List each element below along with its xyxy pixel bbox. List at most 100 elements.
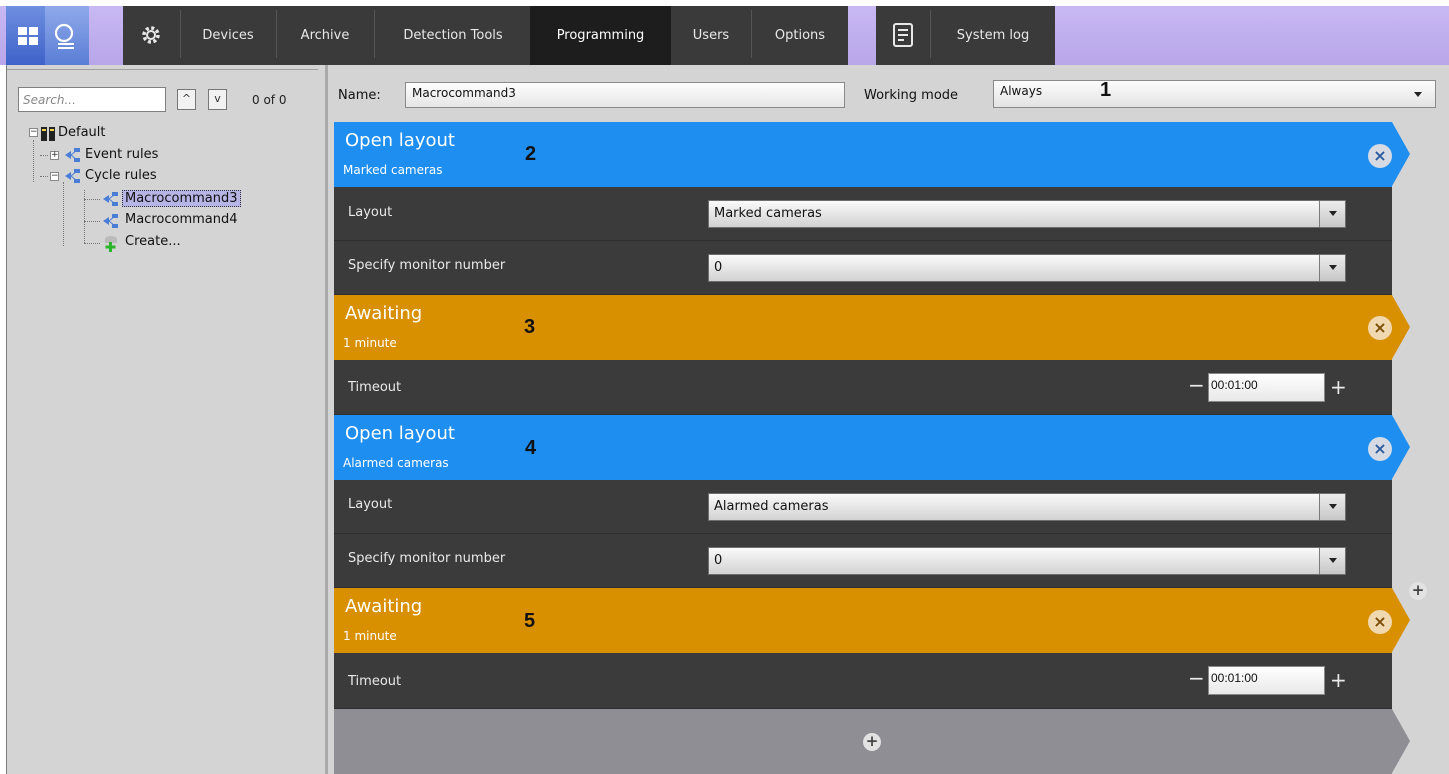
layout-select-value: Alarmed cameras (714, 499, 829, 514)
working-mode-value: Always (1000, 84, 1043, 98)
param-label: Specify monitor number (348, 551, 506, 566)
action-header-awaiting[interactable]: Awaiting 1 minute × (334, 588, 1410, 653)
rules-icon (65, 169, 80, 183)
chevron-down-icon (1329, 211, 1337, 216)
param-label: Layout (348, 205, 393, 220)
search-next-button[interactable]: v (208, 89, 227, 110)
tree-item-macrocommand4[interactable]: Macrocommand4 (125, 212, 238, 227)
chevron-down-icon (1329, 504, 1337, 509)
close-icon[interactable]: × (1368, 144, 1392, 168)
rules-icon (65, 148, 80, 162)
tab-system-log[interactable]: System log (932, 6, 1054, 65)
toolbar-separator (180, 10, 181, 58)
toolbar-separator (930, 10, 931, 58)
close-icon[interactable]: × (1368, 610, 1392, 634)
tree-line (84, 221, 100, 222)
toolbar-separator (276, 10, 277, 58)
plus-icon[interactable]: + (1330, 668, 1347, 692)
chevron-down-icon (1414, 92, 1422, 97)
name-label: Name: (338, 88, 381, 103)
log-icon (893, 23, 913, 47)
macro-icon (103, 192, 118, 206)
layout-select-value: Marked cameras (714, 206, 822, 221)
tab-users[interactable]: Users (673, 6, 749, 65)
tree-line (40, 155, 48, 156)
create-icon (105, 236, 117, 252)
toolbar-separator (751, 10, 752, 58)
action-subtitle: 1 minute (343, 629, 397, 643)
param-label: Specify monitor number (348, 258, 506, 273)
monitor-number-select[interactable]: 0 (708, 254, 1346, 282)
tree-line (33, 140, 34, 182)
working-mode-label: Working mode (864, 88, 959, 103)
action-title: Open layout (345, 130, 455, 151)
monitor-number-value: 0 (714, 260, 723, 275)
tree-line (84, 243, 100, 244)
param-label: Timeout (348, 380, 402, 395)
action-subtitle: Alarmed cameras (343, 456, 449, 470)
toolbar-separator (374, 10, 375, 58)
search-button[interactable] (45, 6, 89, 65)
layout-select[interactable]: Marked cameras (708, 200, 1346, 228)
gear-icon (142, 26, 160, 44)
panel-splitter[interactable] (318, 65, 332, 774)
action-title: Open layout (345, 423, 455, 444)
tree-item-create[interactable]: Create... (125, 234, 181, 249)
tab-detection-tools[interactable]: Detection Tools (378, 6, 528, 65)
search-result-count: 0 of 0 (252, 93, 287, 107)
timeout-input[interactable]: 00:01:00 (1208, 666, 1325, 695)
system-log-button[interactable] (876, 6, 930, 65)
insert-action-button[interactable]: + (1409, 582, 1427, 600)
tree-item-macrocommand3[interactable]: Macrocommand3 (122, 190, 241, 207)
expand-toggle[interactable]: + (50, 151, 59, 160)
top-toolbar: Devices Archive Detection Tools Programm… (0, 0, 1449, 65)
tab-options[interactable]: Options (755, 6, 845, 65)
name-field[interactable]: Macrocommand3 (405, 82, 845, 108)
param-label: Layout (348, 497, 393, 512)
close-icon[interactable]: × (1368, 316, 1392, 340)
tree-line (84, 199, 100, 200)
timeout-input[interactable]: 00:01:00 (1208, 373, 1325, 402)
tree-item-cycle-rules[interactable]: Cycle rules (85, 168, 157, 183)
chevron-down-icon (1329, 558, 1337, 563)
action-title: Awaiting (345, 303, 423, 324)
tree-line (40, 176, 48, 177)
param-label: Timeout (348, 674, 402, 689)
callout-number: 4 (525, 437, 537, 459)
grid-icon (18, 27, 38, 45)
plus-icon[interactable]: + (1330, 375, 1347, 399)
tab-archive[interactable]: Archive (280, 6, 370, 65)
tab-devices[interactable]: Devices (184, 6, 272, 65)
action-header-open-layout[interactable]: Open layout Alarmed cameras × (334, 415, 1410, 480)
action-header-awaiting[interactable]: Awaiting 1 minute × (334, 295, 1410, 360)
close-icon[interactable]: × (1368, 437, 1392, 461)
action-subtitle: Marked cameras (343, 163, 443, 177)
search-input[interactable] (18, 87, 166, 112)
tab-programming[interactable]: Programming (530, 6, 671, 65)
tree-line (63, 182, 64, 246)
tree-item-default[interactable]: Default (58, 125, 106, 140)
layouts-button[interactable] (6, 6, 50, 65)
callout-number: 3 (524, 316, 536, 338)
action-subtitle: 1 minute (343, 336, 397, 350)
macro-icon (103, 214, 118, 228)
settings-button[interactable] (123, 6, 179, 65)
minus-icon[interactable]: − (1188, 373, 1205, 397)
add-action-button[interactable]: + (863, 733, 881, 751)
working-mode-select[interactable]: Always (993, 80, 1436, 108)
action-title: Awaiting (345, 596, 423, 617)
search-icon (54, 23, 74, 49)
panel-border (7, 69, 319, 70)
callout-number: 5 (524, 610, 536, 632)
collapse-toggle[interactable]: − (50, 172, 59, 181)
action-header-open-layout[interactable]: Open layout Marked cameras × (334, 122, 1410, 187)
search-prev-button[interactable]: ^ (177, 89, 196, 110)
layout-select[interactable]: Alarmed cameras (708, 493, 1346, 521)
collapse-toggle[interactable]: − (29, 128, 38, 137)
callout-number: 1 (1100, 79, 1112, 101)
tree-item-event-rules[interactable]: Event rules (85, 147, 158, 162)
minus-icon[interactable]: − (1188, 666, 1205, 690)
monitor-number-select[interactable]: 0 (708, 547, 1346, 575)
server-icon (41, 127, 55, 141)
tree-line (84, 190, 85, 243)
